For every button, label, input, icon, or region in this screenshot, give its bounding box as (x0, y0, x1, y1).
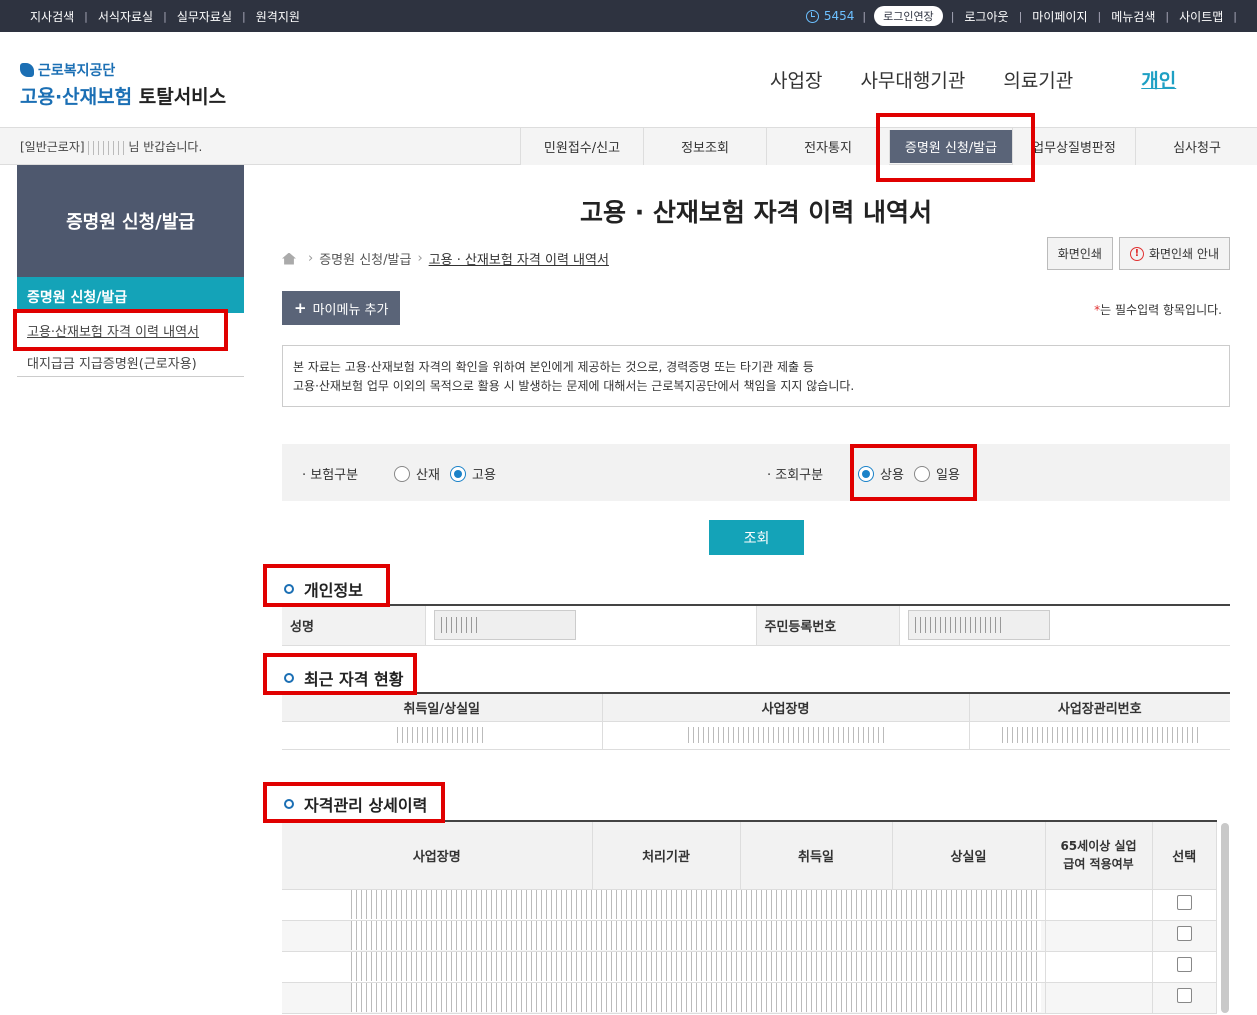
required-note: *는 필수입력 항목입니다. (1094, 303, 1222, 317)
table-row (282, 981, 1217, 1014)
gnb-personal[interactable]: 개인 (1141, 66, 1176, 93)
print-guide-button[interactable]: ! 화면인쇄 안내 (1118, 237, 1230, 270)
chevron-right-icon: › (308, 251, 314, 266)
row-select-checkbox[interactable] (1176, 926, 1192, 941)
menu-search-link[interactable]: 메뉴검색 (1101, 8, 1165, 25)
link-remote-support[interactable]: 원격지원 (246, 8, 310, 25)
table-row (282, 919, 1217, 952)
radio-employment[interactable]: 고용 (450, 464, 496, 483)
masked-user-name (88, 140, 129, 155)
logout-link[interactable]: 로그아웃 (954, 8, 1018, 25)
lnb-section-header[interactable]: 증명원 신청/발급 (17, 277, 244, 313)
page-title: 고용 · 산재보험 자격 이력 내역서 (579, 198, 933, 227)
site-header: 근로복지공단 고용·산재보험 토탈서비스 사업장 사무대행기관 의료기관 개인 (0, 32, 1257, 128)
row-select-checkbox[interactable] (1176, 957, 1192, 972)
login-extend-button[interactable]: 로그인연장 (874, 6, 943, 26)
chevron-right-icon: › (417, 251, 423, 266)
rrn-field (907, 610, 1050, 641)
link-practice-materials[interactable]: 실무자료실 (167, 8, 242, 25)
link-branch-search[interactable]: 지사검색 (20, 8, 84, 25)
sub-nav-bar: [일반근로자] 님 반갑습니다. 민원접수/신고 정보조회 전자통지 증명원 신… (0, 128, 1257, 165)
link-forms[interactable]: 서식자료실 (88, 8, 163, 25)
alert-icon: ! (1129, 246, 1144, 261)
top-utility-bar: 지사검색 | 서식자료실 | 실무자료실 | 원격지원 5454 | 로그인연장 | … (0, 0, 1257, 32)
highlight-box (263, 653, 417, 695)
welcome-message: [일반근로자] 님 반갑습니다. (20, 140, 203, 155)
session-timer: 5454 (805, 9, 863, 23)
sitemap-link[interactable]: 사이트맵 (1169, 8, 1233, 25)
query-type-label: · 조회구분 (767, 468, 824, 483)
highlight-box (850, 444, 977, 501)
table-row (282, 950, 1217, 983)
breadcrumb: › 증명원 신청/발급 › 고용 · 산재보험 자격 이력 내역서 (282, 249, 609, 268)
mypage-link[interactable]: 마이페이지 (1022, 8, 1097, 25)
row-select-checkbox[interactable] (1176, 895, 1192, 910)
row-select-checkbox[interactable] (1176, 988, 1192, 1003)
gnb-business[interactable]: 사업장 (770, 66, 822, 93)
lnb-title: 증명원 신청/발급 (17, 165, 244, 277)
gnb-medical[interactable]: 의료기관 (1003, 66, 1073, 93)
detail-history-table: 사업장명 처리기관 취득일 상실일 65세이상 실업급여 적용여부 선택 (282, 820, 1217, 1014)
search-panel: · 보험구분 산재 고용 · 조회구분 상용 일용 (282, 444, 1230, 501)
snb-review-request[interactable]: 심사청구 (1135, 128, 1257, 165)
print-button[interactable]: 화면인쇄 (1046, 237, 1113, 270)
snb-e-notice[interactable]: 전자통지 (766, 128, 889, 165)
home-icon[interactable] (282, 252, 296, 265)
plus-icon: + (294, 299, 307, 317)
logo-mark-icon (20, 63, 34, 77)
gnb-agency[interactable]: 사무대행기관 (860, 66, 965, 93)
highlight-box (13, 309, 228, 351)
recent-qualification-table: 취득일/상실일 사업장명 사업장관리번호 (282, 692, 1230, 750)
table-row (282, 888, 1217, 921)
highlight-box (876, 113, 1035, 182)
global-nav: 사업장 사무대행기관 의료기관 개인 (770, 66, 1214, 93)
clock-icon (805, 9, 819, 23)
query-button[interactable]: 조회 (709, 520, 804, 555)
breadcrumb-item[interactable]: 증명원 신청/발급 (319, 249, 411, 268)
snb-info-inquiry[interactable]: 정보조회 (643, 128, 766, 165)
highlight-box (263, 782, 445, 823)
breadcrumb-current[interactable]: 고용 · 산재보험 자격 이력 내역서 (429, 249, 609, 268)
table-row (282, 720, 1230, 750)
personal-info-table: 성명 주민등록번호 (282, 604, 1230, 646)
table-scrollbar[interactable] (1221, 823, 1229, 1013)
notice-box: 본 자료는 고용·산재보험 자격의 확인을 위하여 본인에게 제공하는 것으로,… (282, 345, 1230, 407)
radio-industrial[interactable]: 산재 (394, 464, 440, 483)
name-field (433, 610, 576, 641)
insurance-type-label: · 보험구분 (302, 468, 359, 483)
add-mymenu-button[interactable]: + 마이메뉴 추가 (282, 291, 401, 325)
snb-civil-petition[interactable]: 민원접수/신고 (520, 128, 643, 165)
site-logo[interactable]: 근로복지공단 고용·산재보험 토탈서비스 (20, 60, 226, 109)
highlight-box (263, 564, 390, 607)
